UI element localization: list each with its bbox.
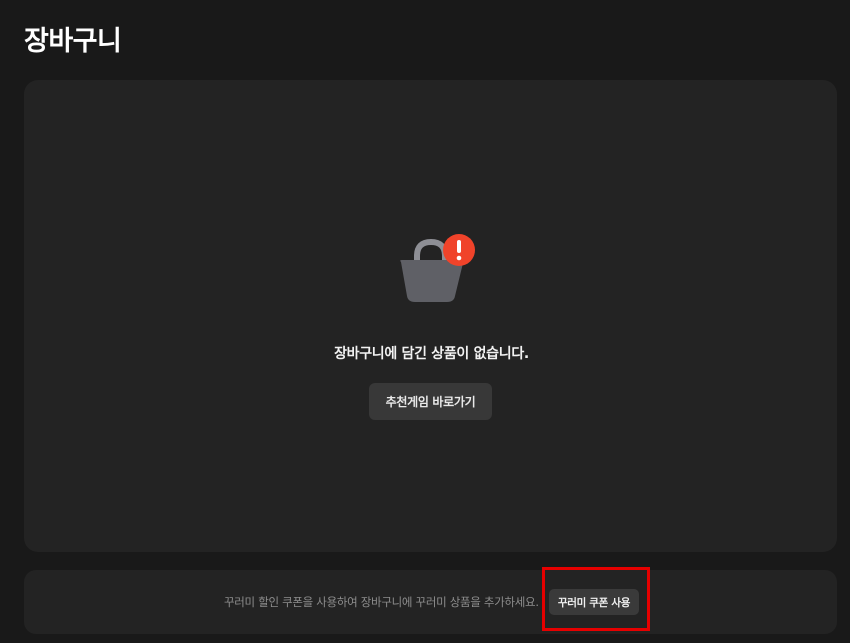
empty-cart-message: 장바구니에 담긴 상품이 없습니다.	[334, 346, 529, 362]
shopping-basket-icon	[400, 234, 475, 302]
cart-page: 장바구니 장바구니에 담긴 상품이 없습니다. 추천게임 바로가기 꾸러미 할인…	[0, 0, 850, 643]
empty-cart-panel	[24, 80, 837, 552]
coupon-description: 꾸러미 할인 쿠폰을 사용하여 장바구니에 꾸러미 상품을 추가하세요.	[224, 595, 539, 609]
page-title: 장바구니	[24, 26, 122, 57]
alert-badge-icon	[443, 234, 475, 266]
use-bundle-coupon-button[interactable]: 꾸러미 쿠폰 사용	[549, 589, 639, 615]
empty-cart-illustration	[395, 234, 477, 306]
recommended-games-button[interactable]: 추천게임 바로가기	[369, 383, 492, 420]
